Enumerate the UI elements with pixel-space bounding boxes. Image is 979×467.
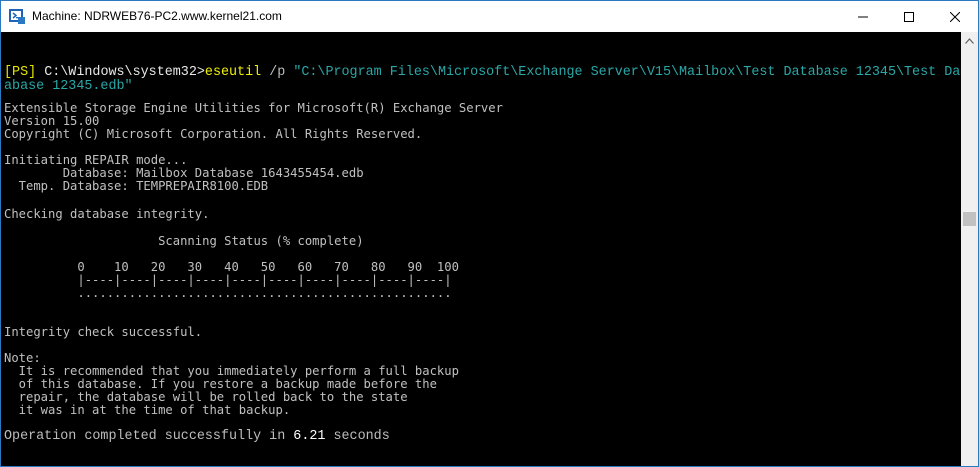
command-switch: /p <box>261 65 294 80</box>
output-line: Scanning Status (% complete) <box>4 234 364 248</box>
title-bar[interactable]: Machine: NDRWEB76-PC2.www.kernel21.com <box>1 1 978 32</box>
completion-seconds: 6.21 <box>293 429 326 444</box>
prompt-tag: [PS] <box>4 65 37 80</box>
command-argument: "C:\Program Files\Microsoft\Exchange Ser… <box>293 65 969 80</box>
scrollbar-thumb[interactable] <box>963 212 976 226</box>
prompt-path: C:\Windows\system32> <box>36 65 205 80</box>
close-button[interactable] <box>932 1 978 32</box>
console-output-area[interactable]: [PS] C:\Windows\system32>eseutil /p "C:\… <box>1 32 968 466</box>
command-name: eseutil <box>204 65 262 80</box>
minimize-button[interactable] <box>840 1 886 32</box>
completion-prefix: Operation completed successfully in <box>4 429 294 444</box>
output-line: Copyright (C) Microsoft Corporation. All… <box>4 127 423 141</box>
minimize-icon <box>858 16 868 17</box>
console-window: Machine: NDRWEB76-PC2.www.kernel21.com [… <box>0 0 979 467</box>
vertical-scrollbar[interactable] <box>961 32 978 466</box>
window-title: Machine: NDRWEB76-PC2.www.kernel21.com <box>32 9 282 23</box>
completion-line: Operation completed successfully in 6.21… <box>4 430 390 444</box>
output-line: Temp. Database: TEMPREPAIR8100.EDB <box>4 179 269 193</box>
completion-suffix: seconds <box>325 429 390 444</box>
scroll-up-button[interactable] <box>961 32 978 49</box>
close-icon <box>950 11 960 22</box>
prompt-line-wrap: abase 12345.edb" <box>4 80 133 94</box>
progress-bar: ........................................… <box>4 286 452 300</box>
prompt-line: [PS] C:\Windows\system32>eseutil /p "C:\… <box>4 66 968 80</box>
note-line: it was in at the time of that backup. <box>4 403 291 417</box>
chevron-up-icon <box>965 37 974 44</box>
integrity-result: Integrity check successful. <box>4 325 203 339</box>
output-line: Checking database integrity. <box>4 207 210 221</box>
maximize-button[interactable] <box>886 1 932 32</box>
maximize-icon <box>904 11 914 22</box>
powershell-session-icon <box>9 8 25 24</box>
command-argument-wrap: abase 12345.edb" <box>4 79 133 94</box>
